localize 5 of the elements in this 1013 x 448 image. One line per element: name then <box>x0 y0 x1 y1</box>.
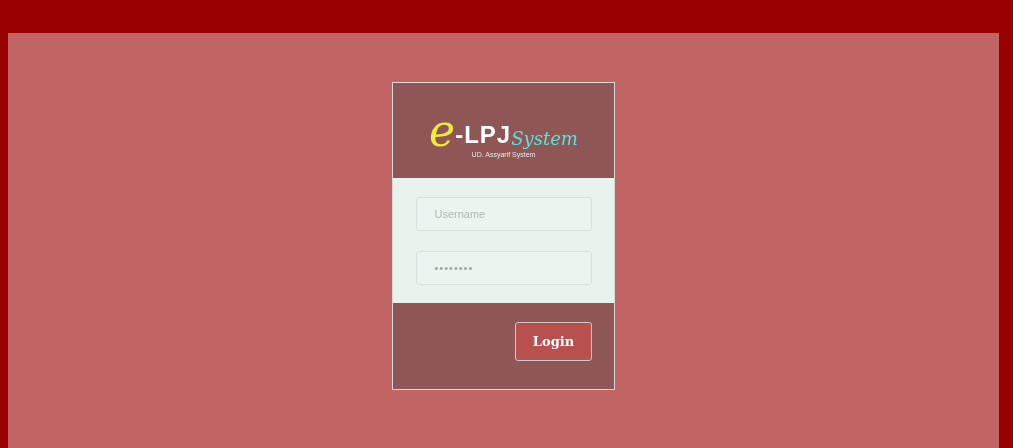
username-field[interactable]: Username <box>415 196 592 231</box>
logo-suffix: System <box>511 129 578 148</box>
login-button[interactable]: Login <box>515 322 592 361</box>
logo-name: -LPJ <box>455 122 512 147</box>
logo-letter: e <box>429 112 456 149</box>
